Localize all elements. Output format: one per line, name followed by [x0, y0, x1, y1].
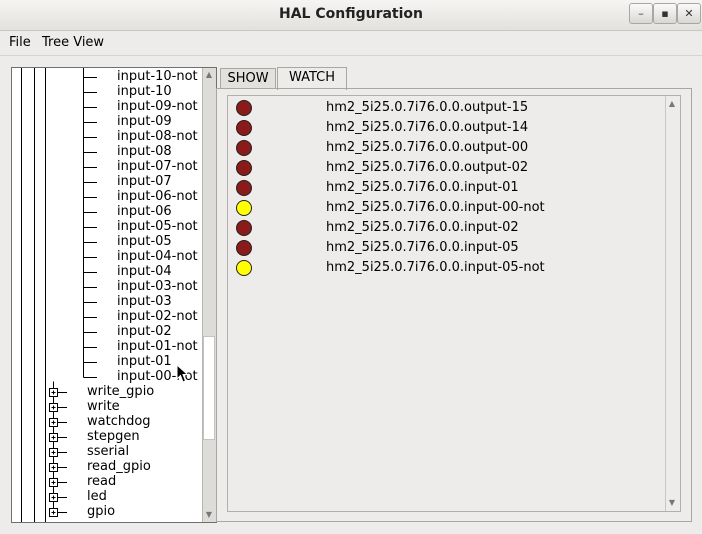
tree-leaf-item[interactable]: input-03	[117, 294, 172, 309]
tree-folder-item[interactable]: write_gpio	[87, 384, 154, 399]
tree-leaf-item[interactable]: input-09-not	[117, 99, 198, 114]
tree-leaf-item[interactable]: input-05-not	[117, 219, 198, 234]
menu-file[interactable]: File	[9, 35, 31, 50]
pin-name: hm2_5i25.0.7i76.0.0.input-05	[326, 240, 519, 255]
pin-state-led-icon	[236, 160, 252, 176]
pin-name: hm2_5i25.0.7i76.0.0.input-01	[326, 180, 519, 195]
watch-list: hm2_5i25.0.7i76.0.0.output-15 hm2_5i25.0.…	[227, 95, 681, 512]
tree-folder-item[interactable]: read	[87, 474, 116, 489]
menu-bar: File Tree View	[0, 31, 702, 56]
tree-leaf-item[interactable]: input-01	[117, 354, 172, 369]
close-button[interactable]: ✕	[677, 3, 701, 24]
watch-scroll-down-icon[interactable]: ▼	[666, 497, 678, 509]
pin-name: hm2_5i25.0.7i76.0.0.output-02	[326, 160, 529, 175]
window-title: HAL Configuration	[279, 6, 423, 22]
tree-scrollbar[interactable]: ▲ ▼	[202, 68, 216, 522]
tree-folder-item[interactable]: write	[87, 399, 120, 414]
tree-leaf-item[interactable]: input-08-not	[117, 129, 198, 144]
pin-name: hm2_5i25.0.7i76.0.0.output-00	[326, 140, 529, 155]
watch-scroll-up-icon[interactable]: ▲	[666, 98, 678, 110]
tree-leaf-item[interactable]: input-03-not	[117, 279, 198, 294]
tree-leaf-item[interactable]: input-02-not	[117, 309, 198, 324]
tree-folder-item[interactable]: gpio	[87, 504, 115, 519]
pin-state-led-icon	[236, 100, 252, 116]
title-bar: HAL Configuration – ▪ ✕	[0, 0, 702, 31]
tree-leaf-item[interactable]: input-10-not	[117, 69, 198, 84]
tree-folder-item[interactable]: watchdog	[87, 414, 151, 429]
minimize-button[interactable]: –	[629, 3, 653, 24]
tab-show[interactable]: SHOW	[220, 68, 276, 89]
pin-name: hm2_5i25.0.7i76.0.0.input-05-not	[326, 260, 545, 275]
mouse-cursor-icon	[176, 364, 189, 383]
tree-folder-item[interactable]: read_gpio	[87, 459, 151, 474]
tree-leaf-item[interactable]: input-07	[117, 174, 172, 189]
pin-state-led-icon	[236, 200, 252, 216]
pin-name: hm2_5i25.0.7i76.0.0.output-14	[326, 120, 529, 135]
menu-tree-view[interactable]: Tree View	[42, 35, 104, 50]
tree-folder-item[interactable]: stepgen	[87, 429, 140, 444]
tree-leaf-item[interactable]: input-04-not	[117, 249, 198, 264]
pin-state-led-icon	[236, 140, 252, 156]
maximize-button[interactable]: ▪	[653, 3, 677, 24]
pin-state-led-icon	[236, 260, 252, 276]
tree-leaf-item[interactable]: input-09	[117, 114, 172, 129]
scroll-down-icon[interactable]: ▼	[203, 509, 215, 521]
scroll-up-icon[interactable]: ▲	[203, 69, 215, 81]
pin-name: hm2_5i25.0.7i76.0.0.input-02	[326, 220, 519, 235]
pin-state-led-icon	[236, 120, 252, 136]
tree-folder-item[interactable]: led	[87, 489, 107, 504]
tree-scroll-thumb[interactable]	[203, 336, 215, 440]
tab-watch[interactable]: WATCH	[277, 67, 347, 90]
tree-leaf-item[interactable]: input-05	[117, 234, 172, 249]
tree-leaf-item[interactable]: input-02	[117, 324, 172, 339]
pin-name: hm2_5i25.0.7i76.0.0.output-15	[326, 100, 529, 115]
tree-leaf-item[interactable]: input-06-not	[117, 189, 198, 204]
tree-leaf-item[interactable]: input-04	[117, 264, 172, 279]
tree-leaf-item[interactable]: input-08	[117, 144, 172, 159]
watch-scrollbar[interactable]: ▲ ▼	[665, 96, 679, 511]
tree-leaf-item[interactable]: input-07-not	[117, 159, 198, 174]
pin-name: hm2_5i25.0.7i76.0.0.input-00-not	[326, 200, 545, 215]
tree-folder-item[interactable]: sserial	[87, 444, 129, 459]
pin-state-led-icon	[236, 240, 252, 256]
hal-tree[interactable]: input-10-not input-10 input-09-not input-09…	[11, 67, 217, 523]
tree-leaf-item[interactable]: input-10	[117, 84, 172, 99]
pin-state-led-icon	[236, 220, 252, 236]
tree-leaf-item[interactable]: input-01-not	[117, 339, 198, 354]
tree-leaf-item[interactable]: input-06	[117, 204, 172, 219]
pin-state-led-icon	[236, 180, 252, 196]
